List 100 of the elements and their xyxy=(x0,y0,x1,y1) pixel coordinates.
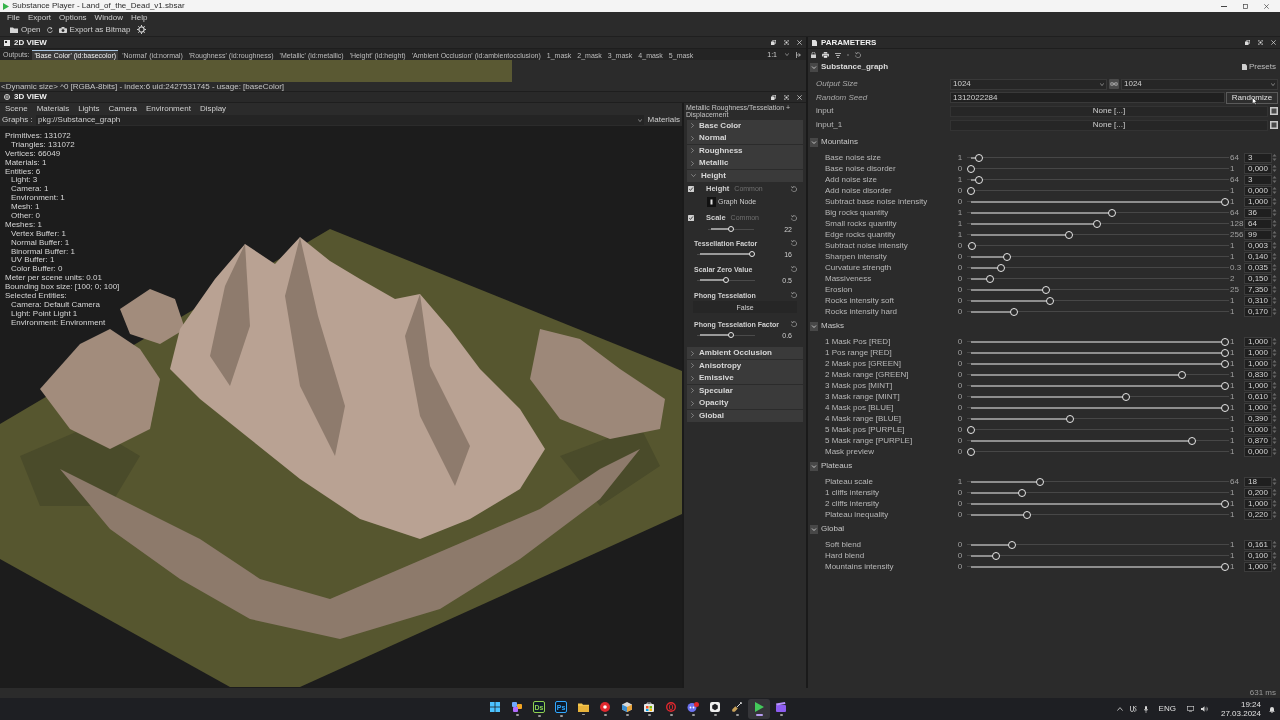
chevron-down-icon[interactable] xyxy=(810,137,818,147)
spinner-icon[interactable] xyxy=(1272,477,1277,487)
menu-item[interactable]: File xyxy=(7,13,20,22)
value-field[interactable]: 36 xyxy=(1244,207,1272,218)
reset-icon[interactable] xyxy=(791,185,797,192)
slider-thumb[interactable] xyxy=(996,263,1005,272)
value-field[interactable]: 0,140 xyxy=(1244,251,1272,262)
slider-thumb[interactable] xyxy=(1035,477,1044,486)
section-header[interactable]: Specular xyxy=(687,384,803,397)
value-field[interactable]: 0,003 xyxy=(1244,240,1272,251)
clock-time[interactable]: 19:24 xyxy=(1240,700,1261,709)
spinner-icon[interactable] xyxy=(1272,274,1277,284)
section-header[interactable]: Roughness xyxy=(687,144,803,157)
spinner-icon[interactable] xyxy=(1272,307,1277,317)
slider-track[interactable] xyxy=(967,241,1229,250)
slider-thumb[interactable] xyxy=(967,164,975,173)
size-dropdown[interactable]: 1024 xyxy=(950,78,1107,90)
shopping-bag-icon[interactable] xyxy=(644,702,654,713)
value-field[interactable]: 0,310 xyxy=(1244,295,1272,306)
spinner-icon[interactable] xyxy=(1272,348,1277,358)
spinner-icon[interactable] xyxy=(1272,252,1277,262)
filter-icon[interactable] xyxy=(835,52,841,58)
slider-thumb[interactable] xyxy=(1221,348,1229,357)
slider-track[interactable] xyxy=(967,153,1229,162)
value-field[interactable]: 1,000 xyxy=(1244,498,1272,509)
slider-thumb[interactable] xyxy=(1221,403,1229,412)
slider-track[interactable] xyxy=(967,540,1229,549)
spinner-icon[interactable] xyxy=(1272,447,1277,457)
clock-date[interactable]: 27.03.2024 xyxy=(1220,709,1261,718)
link-icon[interactable] xyxy=(1109,79,1119,89)
section-header[interactable]: Global xyxy=(687,409,803,422)
chevron-down-icon[interactable] xyxy=(810,461,818,471)
slider-track[interactable] xyxy=(967,499,1229,508)
slider-track[interactable] xyxy=(967,164,1229,173)
checkbox[interactable] xyxy=(688,185,694,192)
checkbox[interactable] xyxy=(688,214,694,221)
reset-icon[interactable] xyxy=(791,266,797,272)
slider-track[interactable] xyxy=(967,370,1229,379)
section-header[interactable]: Opacity xyxy=(687,397,803,409)
slider-track[interactable] xyxy=(967,403,1229,412)
value-field[interactable]: 0,000 xyxy=(1244,163,1272,174)
reset-icon[interactable] xyxy=(791,214,797,221)
hexagon-icon[interactable] xyxy=(710,702,720,713)
menu-item[interactable]: Camera xyxy=(108,104,137,113)
monitor-icon[interactable] xyxy=(1186,706,1194,712)
spinner-icon[interactable] xyxy=(1272,392,1277,402)
clapperboard-icon[interactable] xyxy=(776,702,786,713)
value-field[interactable]: 7,350 xyxy=(1244,284,1272,295)
minimize-icon[interactable] xyxy=(1221,5,1227,7)
spinner-icon[interactable] xyxy=(1272,337,1277,347)
value-field[interactable]: 99 xyxy=(1244,229,1272,240)
slider-thumb[interactable] xyxy=(1010,307,1019,316)
menu-item[interactable]: Scene xyxy=(5,104,28,113)
slider-track[interactable] xyxy=(967,562,1229,571)
slider-thumb[interactable] xyxy=(1108,208,1117,217)
menu-item[interactable]: Display xyxy=(199,104,227,113)
slider-track[interactable] xyxy=(967,230,1229,239)
spinner-icon[interactable] xyxy=(1272,414,1277,424)
spinner-icon[interactable] xyxy=(1272,208,1277,218)
value-field[interactable]: 64 xyxy=(1244,218,1272,229)
spinner-icon[interactable] xyxy=(1272,499,1277,509)
export-button[interactable]: Export as Bitmap xyxy=(58,25,131,34)
image-icon[interactable] xyxy=(1270,107,1278,116)
slider-track[interactable] xyxy=(967,425,1229,434)
ring-icon[interactable] xyxy=(666,702,676,713)
value-field[interactable]: 3 xyxy=(1244,174,1272,185)
value-field[interactable]: 18 xyxy=(1244,476,1272,487)
value-field[interactable]: 0,000 xyxy=(1244,424,1272,435)
slider-thumb[interactable] xyxy=(1041,285,1050,294)
spinner-icon[interactable] xyxy=(1272,153,1277,163)
image-input-field[interactable]: None [...] xyxy=(950,105,1268,117)
slider-thumb[interactable] xyxy=(992,551,1001,560)
slider-thumb[interactable] xyxy=(728,332,735,338)
slider-track[interactable] xyxy=(967,337,1229,346)
slider-track[interactable] xyxy=(967,477,1229,486)
spinner-icon[interactable] xyxy=(1272,562,1277,572)
image-input-field[interactable]: None [...] xyxy=(950,119,1268,131)
spinner-icon[interactable] xyxy=(1272,241,1277,251)
record-icon[interactable] xyxy=(600,702,610,713)
printer-icon[interactable] xyxy=(822,52,829,58)
spinner-icon[interactable] xyxy=(1272,164,1277,174)
menu-item[interactable]: Options xyxy=(59,13,87,22)
spinner-icon[interactable] xyxy=(1272,175,1277,185)
spinner-icon[interactable] xyxy=(1272,436,1277,446)
reset-icon[interactable] xyxy=(791,321,797,327)
slider-track[interactable] xyxy=(697,251,755,257)
chevron-down-icon[interactable] xyxy=(810,524,818,534)
slider-track[interactable] xyxy=(967,447,1229,456)
menu-item[interactable]: Window xyxy=(94,13,124,22)
slider-track[interactable] xyxy=(967,263,1229,272)
slider-thumb[interactable] xyxy=(1017,488,1026,497)
slider-thumb[interactable] xyxy=(975,153,984,162)
slider-thumb[interactable] xyxy=(1066,414,1075,423)
value-field[interactable]: 1,000 xyxy=(1244,196,1272,207)
slider-track[interactable] xyxy=(967,252,1229,261)
spinner-icon[interactable] xyxy=(1272,510,1277,520)
section-header[interactable]: Metallic xyxy=(687,157,803,169)
slider-track[interactable] xyxy=(967,274,1229,283)
slider-track[interactable] xyxy=(967,359,1229,368)
slider-track[interactable] xyxy=(967,348,1229,357)
